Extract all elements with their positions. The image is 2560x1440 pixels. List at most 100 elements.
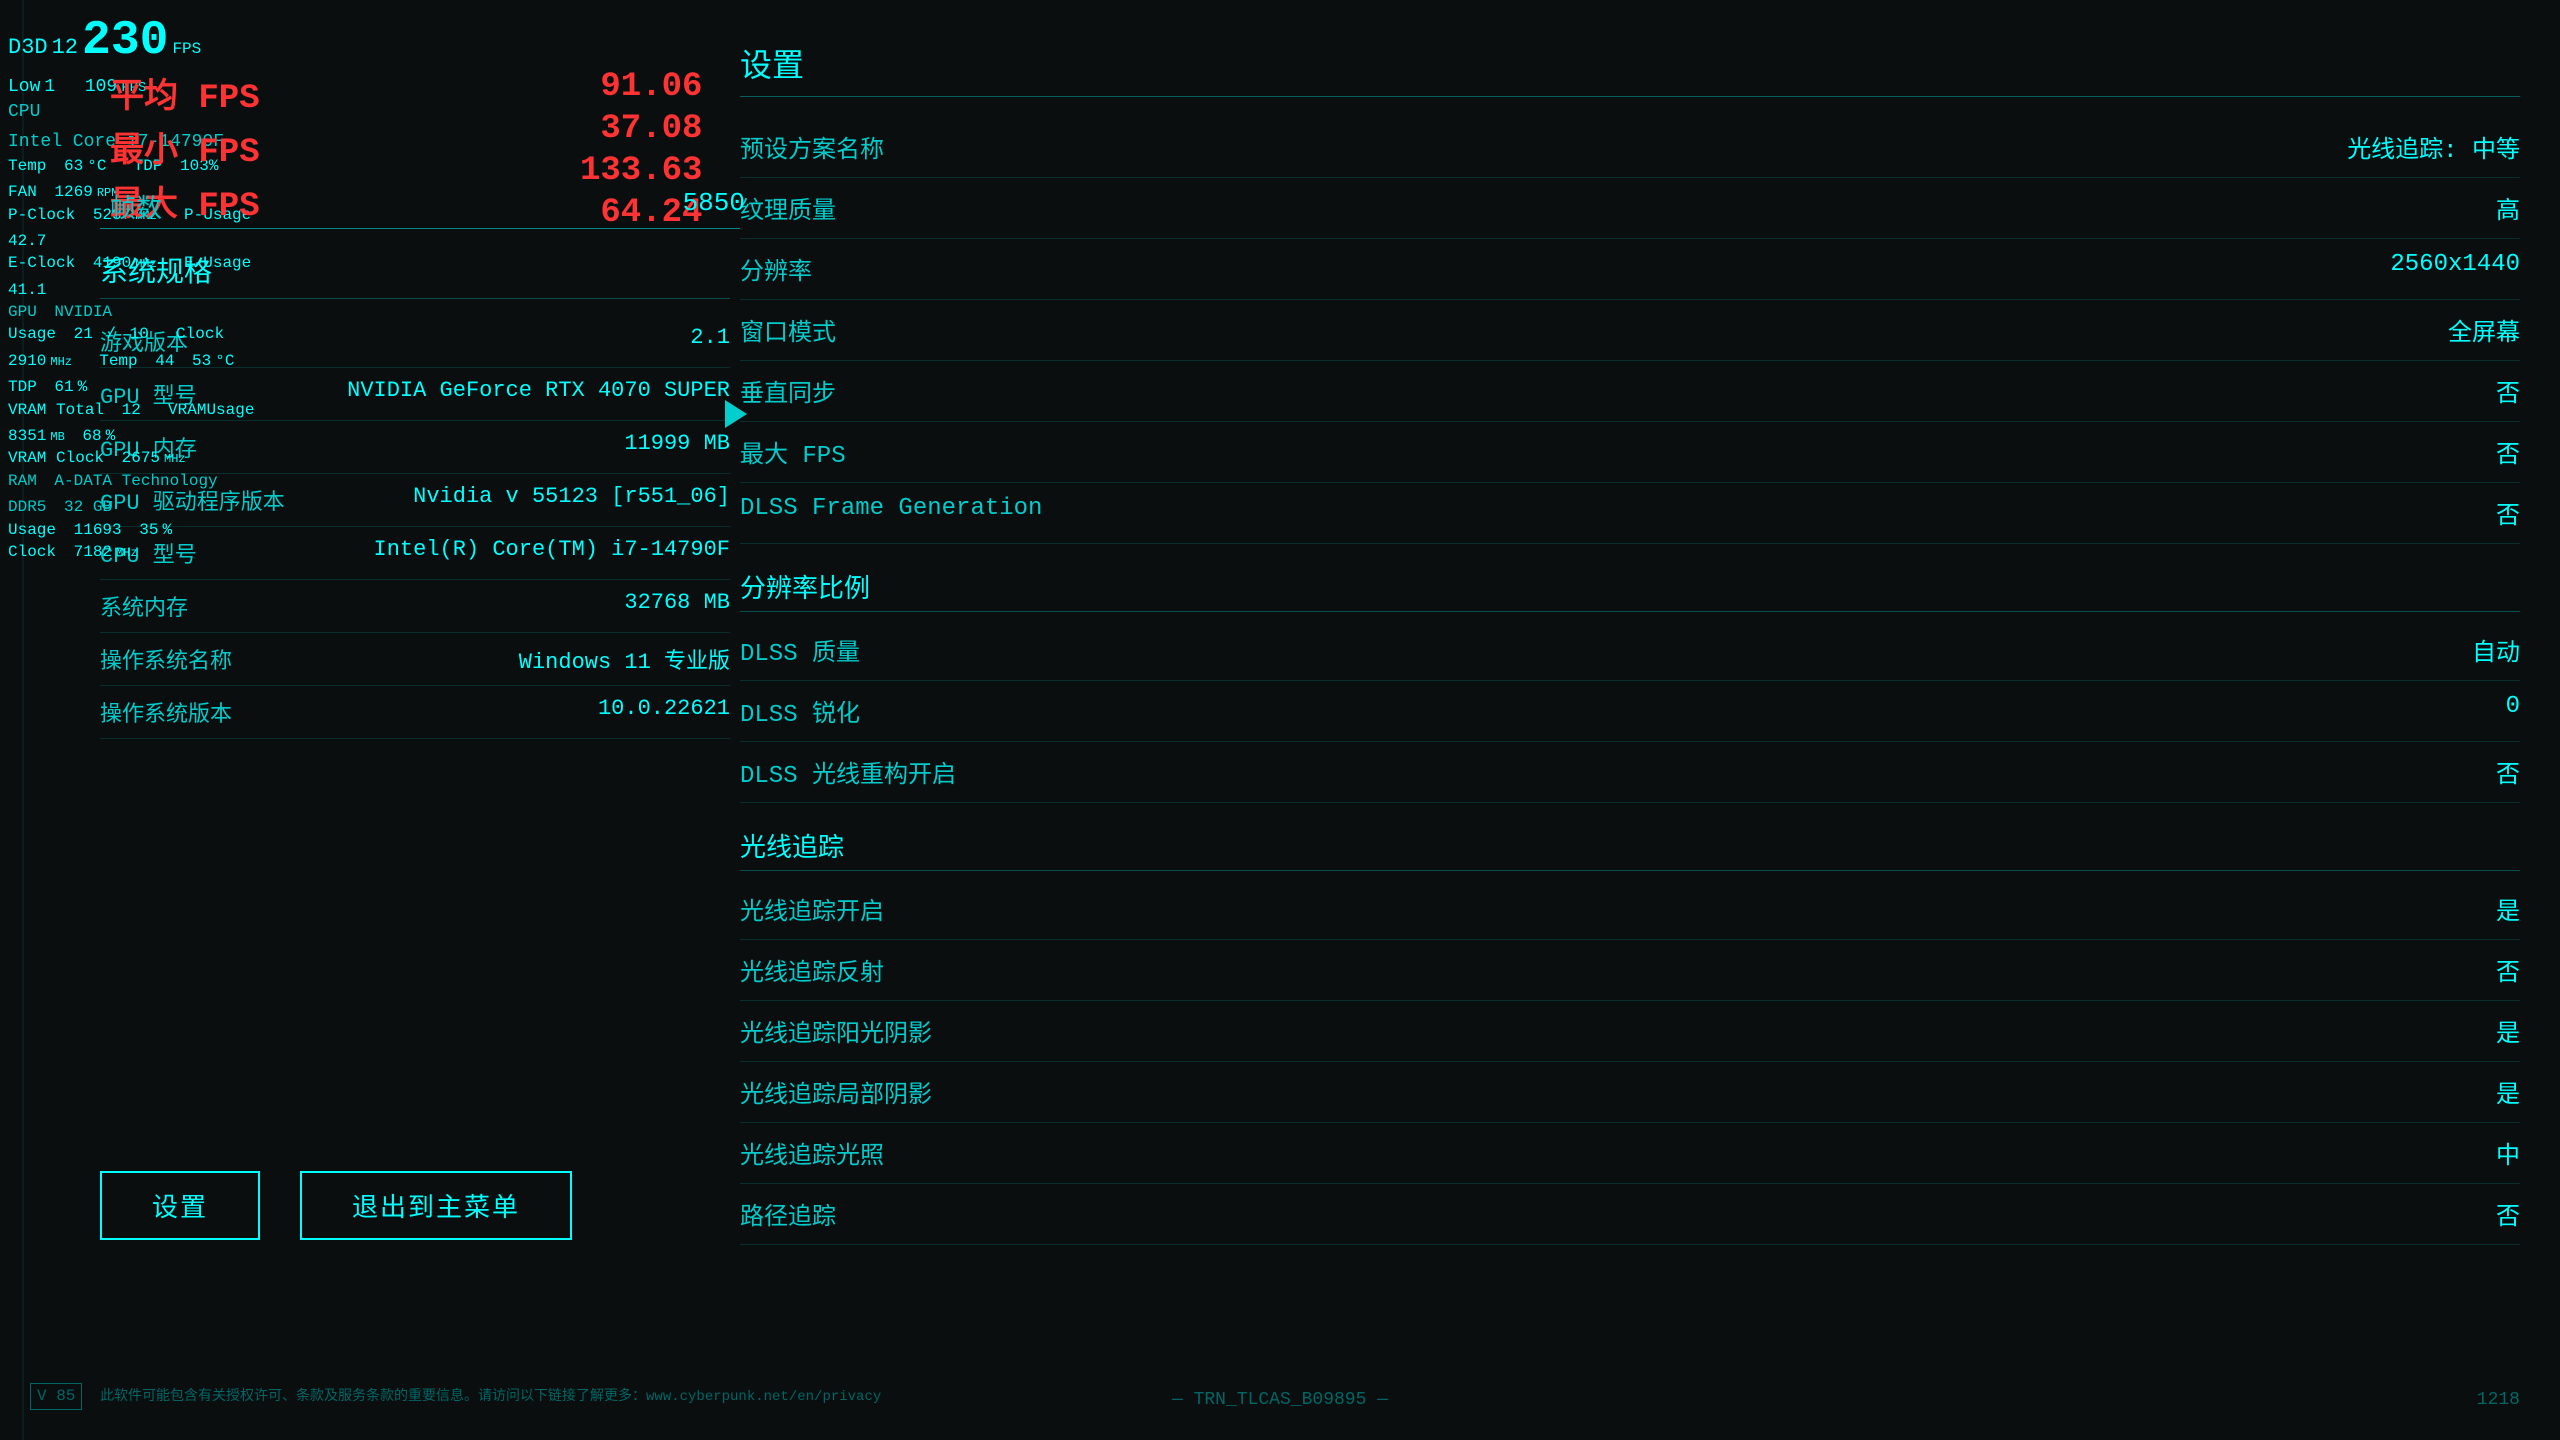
settings-row: 窗口模式 全屏幕 bbox=[740, 300, 2520, 361]
cursor-indicator bbox=[725, 400, 747, 428]
specs-row-label: 操作系统版本 bbox=[100, 696, 232, 728]
specs-row: 系统内存32768 MB bbox=[100, 580, 730, 633]
hud-gpu-usage-max: 10 bbox=[130, 323, 149, 345]
hud-vram-total-val: 12 bbox=[122, 399, 141, 421]
settings-row-label: DLSS Frame Generation bbox=[740, 495, 1042, 531]
settings-ratio-value: 自动 bbox=[2472, 632, 2520, 668]
settings-button[interactable]: 设置 bbox=[100, 1171, 260, 1240]
settings-row: 预设方案名称光线追踪: 中等 bbox=[740, 117, 2520, 178]
frame-count-value: 5850 bbox=[683, 188, 745, 225]
settings-ratio-row: DLSS 质量自动 bbox=[740, 620, 2520, 681]
hud-temp-label: Temp bbox=[8, 155, 46, 177]
settings-row-label: 最大 FPS bbox=[740, 434, 846, 470]
settings-row-value: 全屏幕 bbox=[2448, 312, 2520, 348]
hud-ram-usage-max: 35 bbox=[139, 519, 158, 541]
hud-gpu-tdp-label: TDP bbox=[8, 376, 37, 398]
hud-gpu-clock-label: Clock bbox=[176, 323, 224, 345]
settings-rt-label: 光线追踪光照 bbox=[740, 1135, 884, 1171]
settings-rt-row: 路径追踪否 bbox=[740, 1184, 2520, 1245]
hud-ram-type: DDR5 bbox=[8, 496, 46, 518]
settings-row-label: 窗口模式 bbox=[740, 312, 836, 348]
fps-avg-value: 91.06 bbox=[580, 68, 702, 106]
settings-row-label: 纹理质量 bbox=[740, 190, 836, 226]
hud-vram-usage-val: 8351 bbox=[8, 425, 46, 447]
settings-row-label: 垂直同步 bbox=[740, 373, 836, 409]
settings-rt-value: 否 bbox=[2496, 952, 2520, 988]
specs-row: 操作系统名称 Windows 11 专业版 bbox=[100, 633, 730, 686]
hud-pclock-label: P-Clock bbox=[8, 204, 75, 226]
hud-vram-clock-val: 2675 bbox=[122, 447, 160, 469]
hud-gpu-clock-unit: MHz bbox=[50, 354, 72, 371]
hud-vram-usage-unit: MB bbox=[50, 429, 64, 446]
specs-row-value: Nvidia v 55123 [r551_06] bbox=[413, 484, 730, 516]
hud-gpu-label: GPU bbox=[8, 301, 37, 323]
hud-fan-label: FAN bbox=[8, 181, 37, 203]
raytracing-section-header: 光线追踪 bbox=[740, 827, 2520, 871]
hud-vram-usage-label: VRAMUsage bbox=[168, 399, 254, 421]
settings-main-rows: 预设方案名称光线追踪: 中等纹理质量 高分辨率2560x1440 窗口模式 全屏幕垂直… bbox=[740, 117, 2520, 544]
exit-button[interactable]: 退出到主菜单 bbox=[300, 1171, 572, 1240]
hud-gpu-temp-unit: °C bbox=[215, 350, 234, 372]
specs-row-value: NVIDIA GeForce RTX 4070 SUPER bbox=[347, 378, 730, 410]
settings-rt-row: 光线追踪光照 中 bbox=[740, 1123, 2520, 1184]
settings-panel: 设置 预设方案名称光线追踪: 中等纹理质量 高分辨率2560x1440 窗口模式 全屏… bbox=[740, 40, 2520, 1400]
hud-gpu-temp1: 44 bbox=[155, 350, 174, 372]
settings-rt-value: 是 bbox=[2496, 891, 2520, 927]
settings-rt-row: 光线追踪阳光阴影 是 bbox=[740, 1001, 2520, 1062]
settings-ratio-label: DLSS 锐化 bbox=[740, 693, 860, 729]
settings-row-value: 高 bbox=[2496, 190, 2520, 226]
version-text: 此软件可能包含有关授权许可、条款及服务条款的重要信息。请访问以下链接了解更多：w… bbox=[100, 1389, 881, 1405]
buttons-section: 设置 退出到主菜单 bbox=[100, 1171, 572, 1240]
hud-vram-clock-label: VRAM Clock bbox=[8, 447, 104, 469]
settings-rt-value: 中 bbox=[2496, 1135, 2520, 1171]
settings-rt-value: 是 bbox=[2496, 1013, 2520, 1049]
hud-low-label: Low bbox=[8, 75, 40, 100]
hud-gpu-clock-val: 2910 bbox=[8, 350, 46, 372]
specs-row-value: 32768 MB bbox=[624, 590, 730, 622]
settings-ratio-row: DLSS 锐化0 bbox=[740, 681, 2520, 742]
hud-fps-current: 230 bbox=[82, 8, 168, 75]
settings-rt-label: 光线追踪阳光阴影 bbox=[740, 1013, 932, 1049]
fps-min-label: 最小 FPS bbox=[110, 122, 260, 172]
hud-d3d-version: 12 bbox=[52, 33, 78, 64]
settings-row: 纹理质量 高 bbox=[740, 178, 2520, 239]
hud-gpu-tdp-unit: % bbox=[78, 376, 88, 398]
frame-count-row: 帧数 5850 bbox=[110, 188, 745, 225]
hud-ram-size: 32 GB bbox=[64, 496, 112, 518]
fps-pct1-value: 133.63 bbox=[580, 152, 702, 190]
hud-fan-val: 1269 bbox=[54, 181, 92, 203]
settings-row-value: 否 bbox=[2496, 373, 2520, 409]
hud-low-value: 1 bbox=[44, 75, 55, 100]
settings-row-value: 否 bbox=[2496, 434, 2520, 470]
hud-ram-usage-label: Usage bbox=[8, 519, 56, 541]
version-badge: V 85 bbox=[30, 1383, 82, 1410]
specs-row-label: 操作系统名称 bbox=[100, 643, 232, 675]
fps-avg-label: 平均 FPS bbox=[110, 68, 260, 118]
settings-rt-label: 光线追踪反射 bbox=[740, 952, 884, 988]
hud-vram-total-label: VRAM Total bbox=[8, 399, 104, 421]
settings-panel-title: 设置 bbox=[740, 40, 2520, 97]
settings-rt-row: 光线追踪反射 否 bbox=[740, 940, 2520, 1001]
settings-row: DLSS Frame Generation 否 bbox=[740, 483, 2520, 544]
settings-ratio-value: 否 bbox=[2496, 754, 2520, 790]
version-info: V 85 此软件可能包含有关授权许可、条款及服务条款的重要信息。请访问以下链接了… bbox=[30, 1383, 881, 1410]
settings-row: 垂直同步 否 bbox=[740, 361, 2520, 422]
settings-row-value: 否 bbox=[2496, 495, 2520, 531]
hud-gpu-brand: NVIDIA bbox=[54, 301, 112, 323]
hud-gpu-tdp-val: 61 bbox=[54, 376, 73, 398]
settings-row: 分辨率2560x1440 bbox=[740, 239, 2520, 300]
specs-row-value: Windows 11 专业版 bbox=[519, 643, 730, 675]
settings-ratio-rows: DLSS 质量自动DLSS 锐化0DLSS 光线重构开启否 bbox=[740, 620, 2520, 803]
specs-row-value: 10.0.22621 bbox=[598, 696, 730, 728]
hud-ram-clock-label: Clock bbox=[8, 541, 56, 563]
settings-raytracing-rows: 光线追踪开启是光线追踪反射否光线追踪阳光阴影是光线追踪局部阴影是光线追踪光照中路… bbox=[740, 879, 2520, 1245]
ratio-section-header: 分辨率比例 bbox=[740, 568, 2520, 612]
hud-cpu-label: CPU bbox=[8, 100, 40, 125]
settings-row-value: 2560x1440 bbox=[2390, 251, 2520, 287]
bottom-logo: 1218 bbox=[2477, 1390, 2520, 1410]
frame-count-label: 帧数 bbox=[110, 188, 162, 225]
settings-row: 最大 FPS 否 bbox=[740, 422, 2520, 483]
hud-gpu-temp-label: Temp bbox=[99, 350, 137, 372]
settings-row-label: 预设方案名称 bbox=[740, 129, 884, 165]
fps-min-value: 37.08 bbox=[580, 110, 702, 148]
